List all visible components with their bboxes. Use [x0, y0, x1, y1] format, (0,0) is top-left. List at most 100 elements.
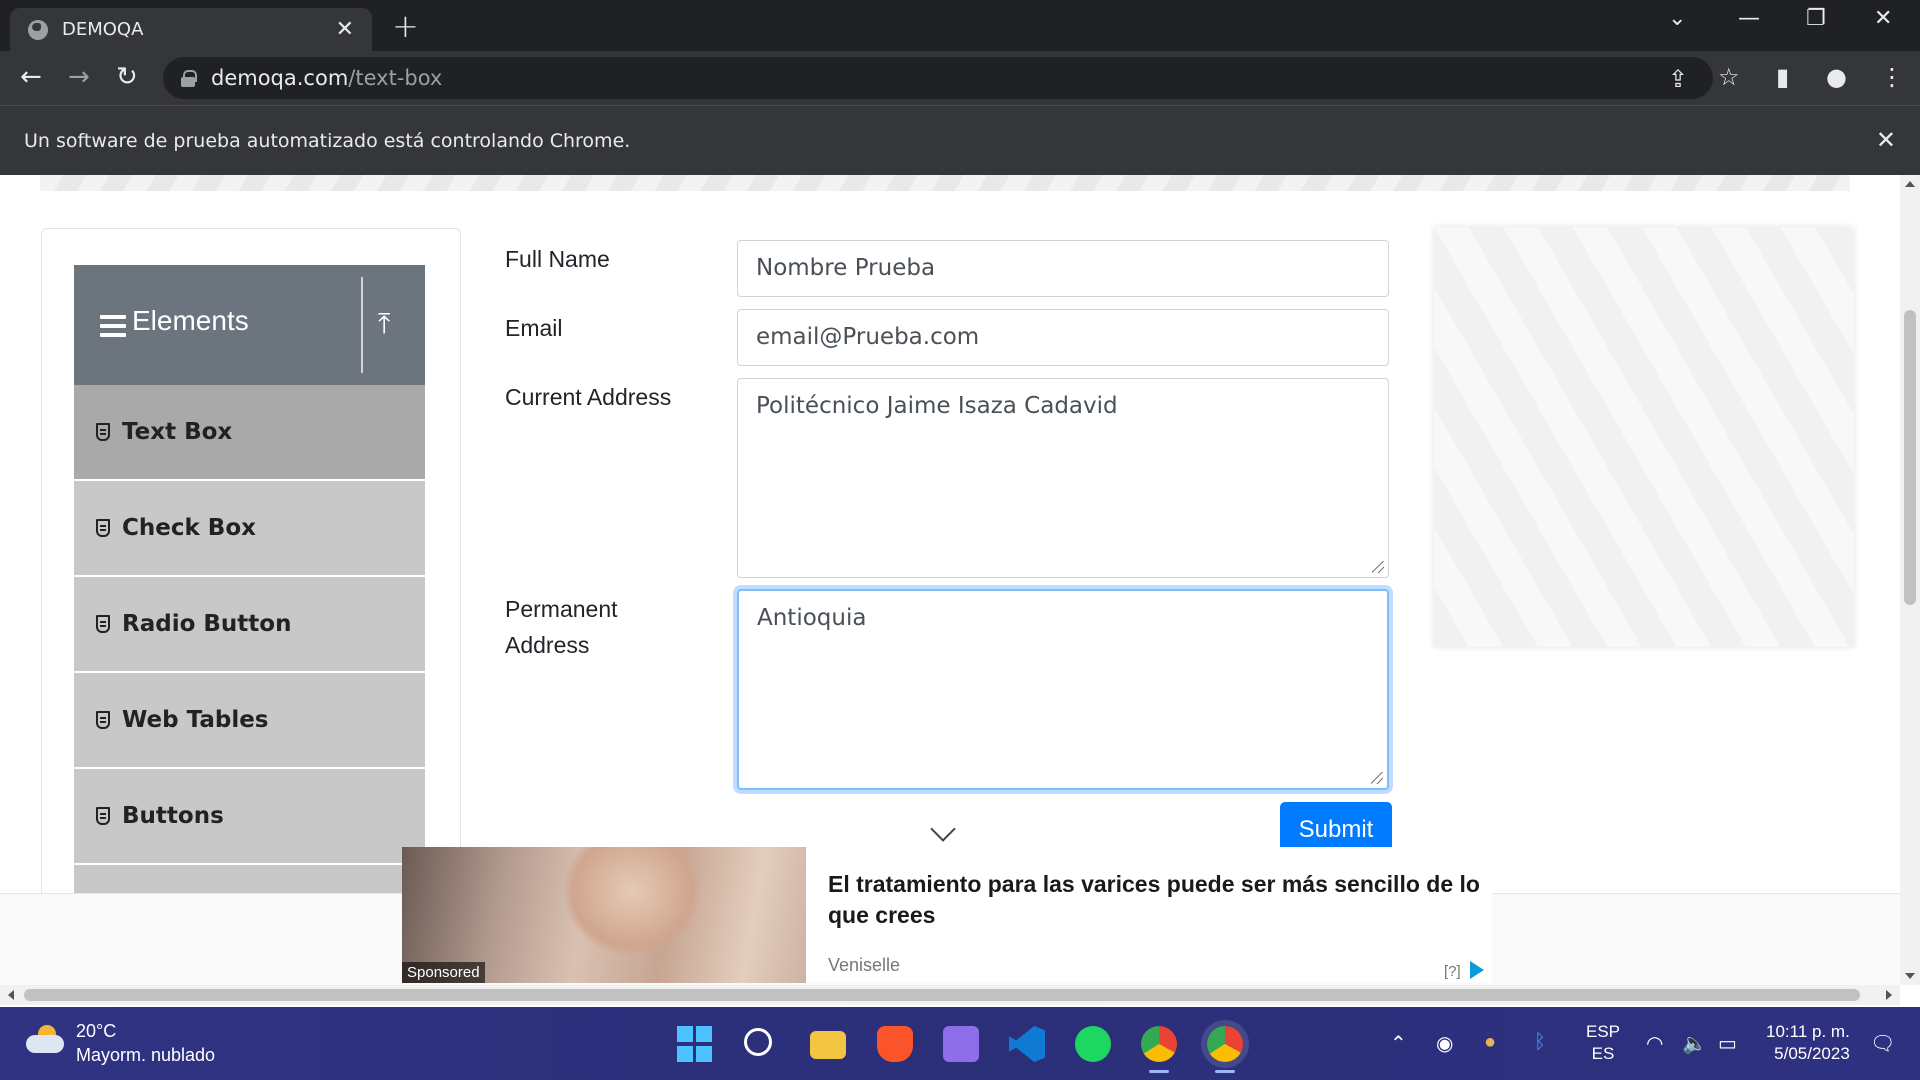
spotify-icon[interactable] [1075, 1026, 1111, 1062]
full-name-input[interactable]: Nombre Prueba [737, 240, 1389, 297]
weather-description[interactable]: Mayorm. nublado [76, 1045, 215, 1066]
vertical-scroll-thumb[interactable] [1904, 310, 1916, 605]
profile-icon[interactable]: ● [1826, 63, 1847, 91]
scroll-up-icon[interactable] [1905, 181, 1915, 187]
tab-search-icon[interactable]: ⌄ [1668, 6, 1686, 31]
html5-icon [96, 423, 110, 441]
browser-toolbar: ← → ↻ demoqa.com/text-box ⇪ ☆ ▮ ● ⋮ [0, 51, 1920, 105]
obs-icon[interactable]: ◉ [1436, 1031, 1453, 1056]
language-code: ESP [1586, 1022, 1621, 1041]
permanent-address-value: Antioquia [757, 605, 867, 631]
sidebar-item-text-box[interactable]: Text Box [74, 385, 425, 479]
menu-kebab-icon[interactable]: ⋮ [1880, 63, 1904, 91]
header-divider [361, 277, 363, 373]
ad-source: Veniselle [828, 955, 901, 975]
collapse-arrow-icon[interactable]: ⤒ [378, 307, 390, 341]
sidebar-item-label: Buttons [122, 803, 224, 829]
tray-app-icon[interactable]: ● [1484, 1031, 1496, 1054]
url-host: demoqa.com [211, 66, 349, 90]
ad-title[interactable]: El tratamiento para las varices puede se… [828, 869, 1488, 931]
lock-icon [181, 70, 197, 87]
tray-chevron-up-icon[interactable]: ⌃ [1390, 1031, 1407, 1056]
html5-icon [96, 711, 110, 729]
right-ad-banner [1434, 227, 1854, 647]
horizontal-scrollbar[interactable] [0, 985, 1900, 1005]
infobar-close-icon[interactable]: ✕ [1876, 126, 1896, 154]
ad-image[interactable]: Sponsored [402, 847, 806, 983]
side-panel-icon[interactable]: ▮ [1776, 63, 1789, 91]
email-input[interactable]: email@Prueba.com [737, 309, 1389, 366]
sidebar-item-web-tables[interactable]: Web Tables [74, 673, 425, 767]
sidebar-item-label: Radio Button [122, 611, 292, 637]
keyboard-layout: ES [1591, 1044, 1615, 1063]
brave-browser-icon[interactable] [877, 1026, 913, 1062]
forward-arrow-icon[interactable]: → [68, 59, 90, 95]
current-address-label: Current Address [505, 384, 672, 410]
tab-close-icon[interactable]: ✕ [336, 18, 354, 41]
battery-icon[interactable]: ▭ [1718, 1031, 1737, 1056]
page-viewport: Elements ⤒ Text Box Check Box Radio Butt… [0, 175, 1900, 985]
minimize-icon[interactable]: — [1738, 6, 1760, 31]
infobar-text: Un software de prueba automatizado está … [24, 129, 631, 152]
scroll-left-icon[interactable] [8, 990, 14, 1000]
sidebar-item-label: Check Box [122, 515, 256, 541]
ad-info-link[interactable]: [?] [1444, 963, 1461, 980]
html5-icon [96, 807, 110, 825]
sidebar-item-check-box[interactable]: Check Box [74, 481, 425, 575]
html5-icon [96, 519, 110, 537]
resize-grip-icon[interactable] [1372, 561, 1384, 573]
restore-icon[interactable]: ❐ [1806, 6, 1826, 31]
language-indicator[interactable]: ESP ES [1586, 1021, 1620, 1065]
browser-title-bar: DEMOQA ✕ + ⌄ — ❐ ✕ [0, 0, 1920, 51]
horizontal-scroll-thumb[interactable] [24, 989, 1860, 1001]
notifications-icon[interactable]: 🗨 [1870, 1031, 1895, 1056]
sponsored-label: Sponsored [402, 962, 485, 983]
back-arrow-icon[interactable]: ← [20, 59, 42, 95]
vscode-icon[interactable] [1009, 1026, 1045, 1062]
close-window-icon[interactable]: ✕ [1874, 6, 1892, 31]
sidebar-item-label: Web Tables [122, 707, 269, 733]
windows-start-icon[interactable] [677, 1026, 713, 1062]
current-address-textarea[interactable]: Politécnico Jaime Isaza Cadavid [737, 378, 1389, 578]
group-title: Elements [132, 305, 249, 336]
sidebar-item-label: Text Box [122, 419, 233, 445]
chevron-down-icon[interactable] [930, 816, 956, 842]
header-pattern [40, 175, 1850, 191]
clock-time: 10:11 p. m. [1766, 1022, 1850, 1041]
browser-tab[interactable]: DEMOQA ✕ [10, 8, 372, 51]
chrome-active-icon[interactable] [1201, 1020, 1249, 1073]
bluetooth-icon[interactable]: ᛒ [1534, 1031, 1546, 1054]
weather-temperature[interactable]: 20°C [76, 1021, 116, 1042]
url-path: /text-box [348, 66, 443, 90]
file-explorer-icon[interactable] [810, 1031, 846, 1059]
scroll-down-icon[interactable] [1905, 973, 1915, 979]
windows-taskbar: 20°C Mayorm. nublado ⌃ ◉ ● ᛒ ESP ES ◠ 🔈 … [0, 1007, 1920, 1080]
share-icon[interactable]: ⇪ [1668, 65, 1688, 93]
sidebar-item-radio-button[interactable]: Radio Button [74, 577, 425, 671]
resize-grip-icon[interactable] [1371, 772, 1383, 784]
email-label: Email [505, 315, 563, 341]
new-tab-button[interactable]: + [392, 8, 419, 44]
permanent-address-label: Permanent [505, 596, 618, 622]
chrome-icon[interactable] [1141, 1026, 1177, 1073]
current-address-value: Politécnico Jaime Isaza Cadavid [756, 393, 1118, 419]
vertical-scrollbar[interactable] [1900, 175, 1920, 985]
system-clock[interactable]: 10:11 p. m. 5/05/2023 [1766, 1021, 1850, 1065]
weather-cloud-icon[interactable] [26, 1025, 66, 1055]
adchoices-icon[interactable] [1470, 961, 1484, 979]
elements-group-header[interactable]: Elements ⤒ [74, 265, 425, 385]
sponsored-ad[interactable]: Sponsored El tratamiento para las varice… [402, 847, 1492, 983]
tab-title: DEMOQA [62, 19, 144, 40]
submit-button[interactable]: Submit [1280, 802, 1392, 852]
app-icon[interactable] [943, 1026, 979, 1062]
sidebar-item-buttons[interactable]: Buttons [74, 769, 425, 863]
volume-icon[interactable]: 🔈 [1682, 1031, 1707, 1056]
wifi-icon[interactable]: ◠ [1646, 1031, 1663, 1056]
hamburger-icon [100, 315, 126, 342]
reload-icon[interactable]: ↻ [116, 59, 138, 95]
search-icon[interactable] [744, 1028, 772, 1056]
permanent-address-textarea[interactable]: Antioquia [737, 589, 1389, 790]
address-bar[interactable]: demoqa.com/text-box ⇪ [163, 57, 1713, 99]
bookmark-star-icon[interactable]: ☆ [1718, 63, 1740, 91]
scroll-right-icon[interactable] [1886, 990, 1892, 1000]
